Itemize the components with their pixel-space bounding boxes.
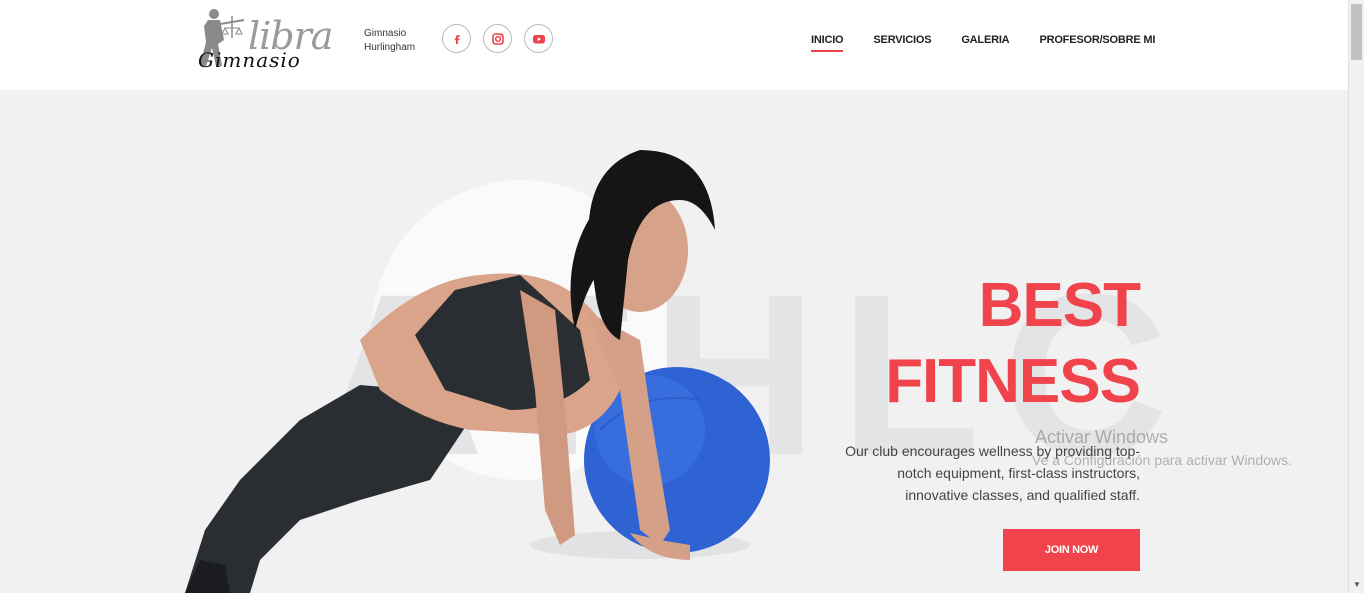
hero-title-line1: BEST bbox=[978, 271, 1141, 340]
facebook-icon bbox=[454, 34, 459, 44]
main-nav: INICIO SERVICIOS GALERIA PROFESOR/SOBRE … bbox=[811, 34, 1185, 52]
gym-name: Gimnasio Hurlingham bbox=[364, 28, 416, 53]
hero-section: ATHLC BEST FITNESS Our club encourages w… bbox=[0, 90, 1348, 593]
instagram-icon bbox=[491, 32, 504, 45]
hero-title: BEST FITNESS bbox=[885, 268, 1141, 420]
instagram-link[interactable] bbox=[483, 24, 512, 53]
logo-subword: Gimnasio bbox=[198, 48, 301, 72]
scroll-down-arrow-icon[interactable]: ▼ bbox=[1353, 581, 1361, 589]
site-header: libra Gimnasio Gimnasio Hurlingham INICI… bbox=[0, 0, 1348, 90]
page: libra Gimnasio Gimnasio Hurlingham INICI… bbox=[0, 0, 1364, 593]
facebook-link[interactable] bbox=[442, 24, 471, 53]
nav-item-inicio[interactable]: INICIO bbox=[811, 34, 844, 52]
nav-item-profesor[interactable]: PROFESOR/SOBRE MI bbox=[1039, 34, 1155, 46]
nav-item-servicios[interactable]: SERVICIOS bbox=[873, 34, 931, 46]
hero-title-line2: FITNESS bbox=[885, 347, 1141, 416]
youtube-link[interactable] bbox=[524, 24, 553, 53]
vertical-scrollbar[interactable]: ▼ bbox=[1348, 0, 1364, 593]
logo[interactable]: libra Gimnasio bbox=[192, 4, 333, 76]
hero-description: Our club encourages wellness by providin… bbox=[845, 443, 1140, 503]
youtube-icon bbox=[532, 34, 545, 43]
nav-item-galeria[interactable]: GALERIA bbox=[961, 34, 1009, 46]
join-now-button[interactable]: JOIN NOW bbox=[1003, 529, 1140, 571]
hero-photo bbox=[185, 150, 770, 593]
scrollbar-thumb[interactable] bbox=[1351, 4, 1362, 60]
